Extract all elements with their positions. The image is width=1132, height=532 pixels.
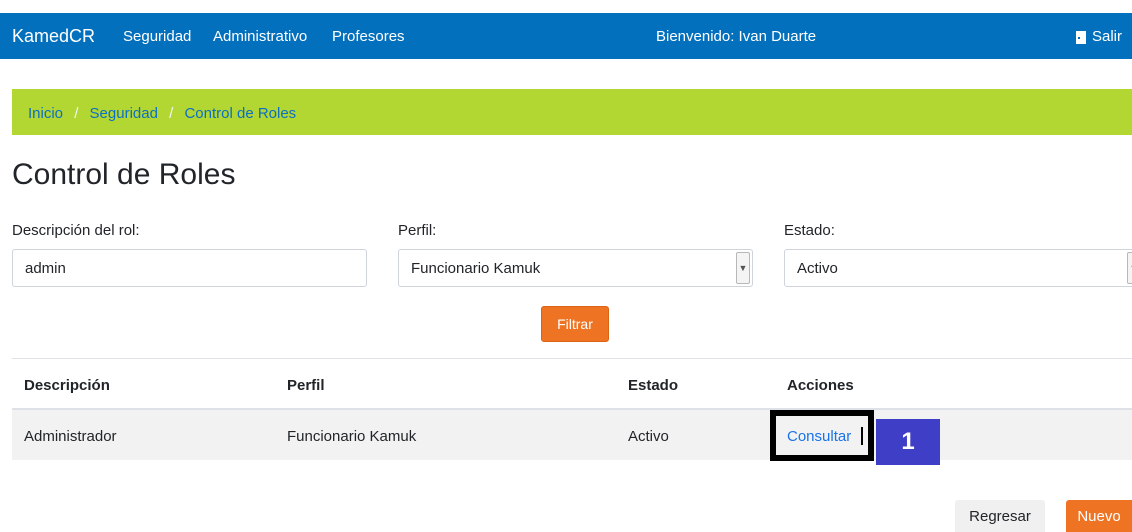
status-select-value: Activo xyxy=(797,260,838,277)
column-header-estado: Estado xyxy=(628,377,679,394)
description-input-value: admin xyxy=(25,260,66,277)
description-input[interactable]: admin xyxy=(12,249,367,287)
back-button[interactable]: Regresar xyxy=(955,500,1045,532)
profile-select[interactable]: Funcionario Kamuk ▼ xyxy=(398,249,753,287)
column-header-descripcion: Descripción xyxy=(24,377,110,394)
chevron-down-icon: ▼ xyxy=(1127,252,1132,284)
top-navbar: KamedCR Seguridad Administrativo Profeso… xyxy=(0,13,1132,59)
logout-link[interactable]: Salir xyxy=(1074,28,1122,45)
door-exit-icon xyxy=(1074,30,1088,44)
cell-description: Administrador xyxy=(24,428,117,445)
chevron-down-icon: ▼ xyxy=(736,252,750,284)
breadcrumb: Inicio / Seguridad / Control de Roles xyxy=(12,89,1132,135)
profile-select-value: Funcionario Kamuk xyxy=(411,260,541,277)
table-row: Administrador Funcionario Kamuk Activo xyxy=(12,410,1132,460)
description-label: Descripción del rol: xyxy=(12,222,140,239)
logout-label: Salir xyxy=(1092,28,1123,45)
breadcrumb-separator: / xyxy=(169,105,174,122)
nav-item-administrativo[interactable]: Administrativo xyxy=(213,28,307,45)
column-header-acciones: Acciones xyxy=(787,377,854,394)
nav-item-profesores[interactable]: Profesores xyxy=(332,28,405,45)
status-label: Estado: xyxy=(784,222,835,239)
welcome-text: Bienvenido: Ivan Duarte xyxy=(656,28,817,45)
profile-label: Perfil: xyxy=(398,222,437,239)
breadcrumb-separator: / xyxy=(74,105,79,122)
step-badge: 1 xyxy=(876,419,940,465)
brand-link[interactable]: KamedCR xyxy=(12,26,95,47)
cell-status: Activo xyxy=(628,428,669,445)
breadcrumb-seguridad[interactable]: Seguridad xyxy=(90,105,158,122)
breadcrumb-inicio[interactable]: Inicio xyxy=(28,105,63,122)
text-cursor xyxy=(861,427,863,445)
breadcrumb-current: Control de Roles xyxy=(184,105,297,122)
status-select[interactable]: Activo ▼ xyxy=(784,249,1132,287)
filter-button[interactable]: Filtrar xyxy=(541,306,609,342)
nav-item-seguridad[interactable]: Seguridad xyxy=(123,28,191,45)
new-button[interactable]: Nuevo xyxy=(1066,500,1132,532)
cell-profile: Funcionario Kamuk xyxy=(287,428,417,445)
table-divider xyxy=(12,358,1132,359)
page-title: Control de Roles xyxy=(12,158,236,191)
column-header-perfil: Perfil xyxy=(287,377,325,394)
consultar-link[interactable]: Consultar xyxy=(787,428,851,445)
